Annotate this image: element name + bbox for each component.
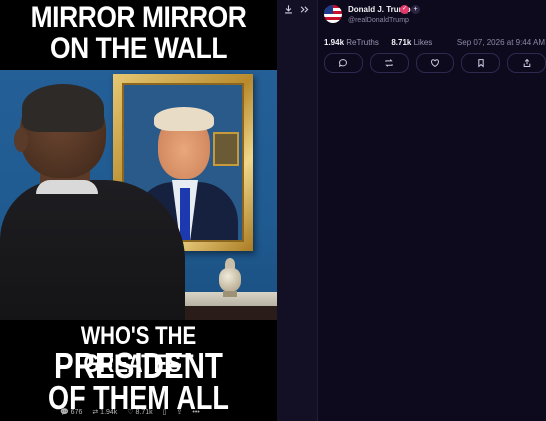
share-icon — [523, 58, 530, 67]
overlay-reply[interactable]: 💬 676 — [60, 408, 82, 416]
user-handle[interactable]: @realDonaldTrump — [348, 17, 409, 24]
meme-top-line-1: MIRROR MIRROR — [30, 1, 247, 34]
post-actions — [324, 53, 546, 73]
meme-top-line-2: ON THE WALL — [49, 32, 228, 65]
post-stats: 1.94k ReTruths 8.71k Likes — [324, 38, 432, 47]
bookmark-button[interactable] — [461, 53, 501, 73]
retruth-icon — [385, 59, 393, 67]
silver-urn — [215, 258, 245, 298]
image-overlay-actions: 💬 676 ⇄ 1.94k ♡ 8.71k ▯ ⇪ ••• — [60, 404, 230, 420]
download-icon[interactable] — [280, 4, 296, 20]
man-ear — [14, 128, 28, 152]
verified-badge-icon: ✓ — [400, 5, 409, 14]
reply-button[interactable] — [324, 53, 363, 73]
overlay-bookmark-icon[interactable]: ▯ — [163, 408, 167, 416]
man-collar — [36, 180, 98, 194]
urn-body — [219, 268, 241, 292]
meme-top-caption: MIRROR MIRROR ON THE WALL — [17, 2, 261, 64]
avatar[interactable] — [324, 5, 342, 23]
share-button[interactable] — [507, 53, 546, 73]
overlay-retruth[interactable]: ⇄ 1.94k — [92, 408, 117, 416]
retruths-count[interactable]: 1.94k — [324, 38, 344, 47]
reply-icon — [339, 59, 348, 67]
like-icon — [431, 59, 439, 68]
man-back-suit — [0, 180, 185, 325]
likes-count[interactable]: 8.71k — [391, 38, 411, 47]
like-button[interactable] — [415, 53, 455, 73]
overlay-like-count: 8.71k — [135, 409, 153, 416]
portrait-hair — [154, 107, 214, 131]
man-hair — [22, 84, 104, 132]
overlay-share-icon[interactable]: ⇪ — [177, 408, 183, 416]
double-chevron-right-icon[interactable] — [296, 4, 312, 20]
likes-label[interactable]: Likes — [414, 38, 433, 47]
overlay-retruth-count: 1.94k — [100, 409, 118, 416]
urn-foot — [223, 291, 237, 297]
small-painting — [213, 132, 239, 166]
overlay-more-icon[interactable]: ••• — [192, 409, 199, 416]
portrait-tie — [180, 188, 190, 240]
post-timestamp: Sep 07, 2026 at 9:44 AM — [456, 38, 545, 47]
bookmark-icon — [478, 59, 484, 68]
retruths-label[interactable]: ReTruths — [346, 38, 379, 47]
post-image[interactable]: MIRROR MIRROR ON THE WALL WHO'S THE GREA… — [0, 0, 277, 421]
overlay-reply-count: 676 — [70, 409, 83, 416]
plus-badge-icon: + — [411, 5, 420, 14]
overlay-like[interactable]: ♡ 8.71k — [127, 408, 152, 416]
media-toolbar — [277, 0, 317, 421]
post-detail-panel: Donald J. Trump ✓ + @realDonaldTrump 1.9… — [317, 0, 546, 421]
retruth-button[interactable] — [369, 53, 409, 73]
